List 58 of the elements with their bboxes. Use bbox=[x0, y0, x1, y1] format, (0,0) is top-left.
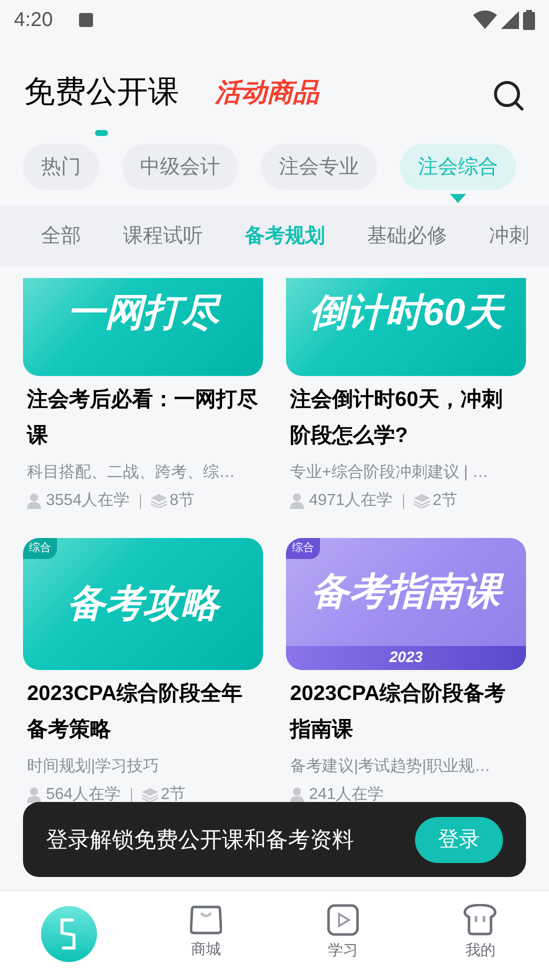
learner-count: 4971人在学 bbox=[309, 491, 393, 511]
category-chip[interactable]: 注会综合 bbox=[400, 144, 516, 190]
category-badge: 综合 bbox=[23, 538, 57, 559]
page-tab[interactable]: 免费公开课 bbox=[24, 70, 179, 114]
search-icon[interactable] bbox=[493, 80, 525, 112]
course-subtitle: 科目搭配、二战、跨考、综… bbox=[26, 462, 236, 483]
course-subtitle: 专业+综合阶段冲刺建议 | … bbox=[289, 462, 490, 483]
course-title[interactable]: 注会考后必看：一网打尽课 bbox=[23, 382, 263, 454]
bread-icon[interactable] bbox=[463, 904, 498, 936]
person-icon bbox=[27, 493, 41, 509]
course-cover[interactable]: 备考指南课 2023 综合 bbox=[286, 538, 526, 670]
layers-icon bbox=[142, 788, 158, 802]
learner-count: 241人在学 bbox=[309, 785, 384, 805]
category-chip[interactable]: 热门 bbox=[23, 144, 99, 190]
nav-label[interactable]: 学习 bbox=[328, 940, 358, 963]
signal-icon bbox=[501, 11, 519, 29]
play-icon[interactable] bbox=[327, 904, 360, 936]
course-cover[interactable]: 备考攻略 综合 bbox=[23, 538, 263, 670]
learner-count: 564人在学 bbox=[46, 785, 121, 805]
lesson-count: 2节 bbox=[160, 784, 186, 805]
subtab[interactable]: 冲刺 bbox=[489, 221, 529, 251]
course-subtitle: 备考建议|考试趋势|职业规… bbox=[289, 756, 492, 777]
subtab[interactable]: 基础必修 bbox=[367, 221, 447, 251]
lesson-count: 2节 bbox=[432, 490, 458, 511]
category-badge: 综合 bbox=[286, 538, 320, 559]
login-button[interactable]: 登录 bbox=[415, 816, 503, 862]
cover-title: 一网打尽 bbox=[67, 294, 219, 332]
subtab[interactable]: 课程试听 bbox=[123, 221, 203, 251]
category-chip[interactable]: 中级会计 bbox=[122, 144, 238, 190]
shopping-bag-icon[interactable] bbox=[190, 905, 222, 936]
person-icon bbox=[290, 493, 304, 509]
learner-count: 3554人在学 bbox=[46, 491, 130, 511]
course-subtitle: 时间规划|学习技巧 bbox=[26, 756, 160, 777]
cover-title: 倒计时60天 bbox=[308, 294, 504, 332]
tab-indicator bbox=[95, 130, 108, 136]
layers-icon bbox=[150, 494, 167, 508]
layers-icon bbox=[414, 494, 430, 508]
promo-tab[interactable]: 活动商品 bbox=[215, 70, 319, 114]
lesson-count: 8节 bbox=[170, 490, 194, 511]
pointer-icon bbox=[450, 194, 466, 203]
course-cover[interactable]: 一网打尽 bbox=[23, 278, 263, 376]
status-time: 4:20 bbox=[14, 8, 53, 33]
course-title[interactable]: 2023CPA综合阶段全年备考策略 bbox=[23, 676, 263, 748]
course-title[interactable]: 注会倒计时60天，冲刺阶段怎么学? bbox=[286, 382, 526, 454]
notification-icon bbox=[78, 13, 93, 27]
toast-message: 登录解锁免费公开课和备考资料 bbox=[46, 826, 354, 854]
person-icon bbox=[27, 787, 41, 803]
subtab[interactable]: 全部 bbox=[41, 221, 81, 251]
subtab[interactable]: 备考规划 bbox=[245, 221, 325, 251]
nav-label[interactable]: 我的 bbox=[465, 940, 496, 963]
nav-label[interactable]: 商城 bbox=[190, 939, 221, 962]
cover-year: 2023 bbox=[286, 646, 526, 670]
cover-title: 备考攻略 bbox=[67, 585, 219, 623]
course-cover[interactable]: 倒计时60天 bbox=[286, 278, 526, 376]
category-chip[interactable]: 注会专业 bbox=[261, 144, 377, 190]
wifi-icon bbox=[473, 10, 497, 30]
battery-icon bbox=[523, 10, 535, 30]
course-title[interactable]: 2023CPA综合阶段备考指南课 bbox=[286, 676, 526, 748]
